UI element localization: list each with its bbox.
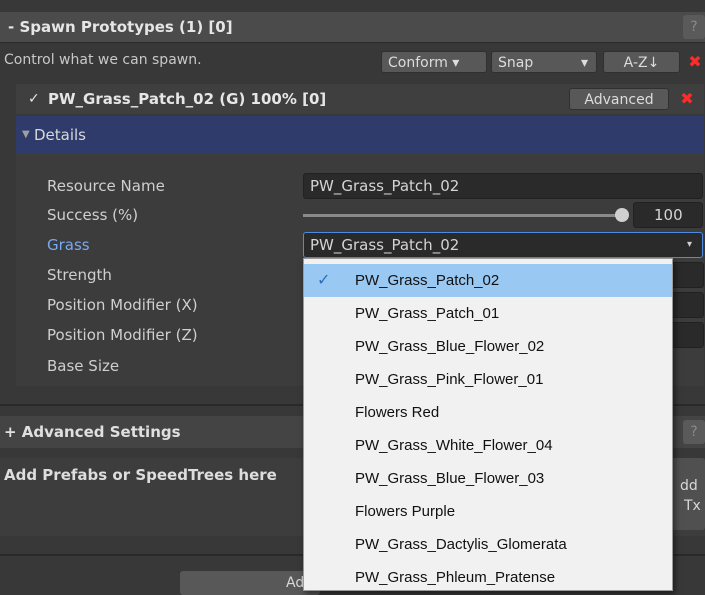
prototype-checkbox[interactable]: ✓	[28, 92, 42, 106]
add-button[interactable]: Ad	[180, 571, 320, 595]
dropdown-option-label: PW_Grass_Dactylis_Glomerata	[355, 536, 567, 553]
checkmark-icon: ✓	[317, 272, 331, 289]
dropdown-option[interactable]: PW_Grass_White_Flower_04	[304, 429, 672, 462]
success-label: Success (%)	[47, 206, 139, 224]
dropdown-option-label: PW_Grass_White_Flower_04	[355, 437, 553, 454]
remove-prototype-icon[interactable]: ✖	[678, 88, 696, 110]
chevron-down-icon: ▾	[686, 239, 692, 250]
dropdown-option-label: PW_Grass_Blue_Flower_03	[355, 470, 545, 487]
success-value-input[interactable]: 100	[633, 202, 703, 228]
success-slider-track[interactable]	[303, 214, 621, 217]
resource-name-input[interactable]: PW_Grass_Patch_02	[303, 173, 703, 199]
position-z-input[interactable]	[670, 322, 704, 348]
chevron-down-icon: ▾	[580, 55, 588, 71]
dropdown-option-label: PW_Grass_Patch_02	[355, 272, 500, 289]
dropdown-option-label: PW_Grass_Patch_01	[355, 305, 500, 322]
strength-input[interactable]	[670, 262, 704, 288]
grass-label: Grass	[47, 236, 90, 254]
conform-dropdown[interactable]: Conform ▾	[381, 51, 487, 73]
advanced-button[interactable]: Advanced	[569, 88, 669, 110]
add-side-label-bottom: Tx	[684, 498, 701, 514]
dropdown-option-label: Flowers Purple	[355, 503, 456, 520]
prototype-title[interactable]: PW_Grass_Patch_02 (G) 100% [0]	[48, 84, 326, 114]
strength-label: Strength	[47, 266, 112, 284]
dropdown-option[interactable]: Flowers Red	[304, 396, 672, 429]
dropdown-option[interactable]: ✓ PW_Grass_Patch_02	[304, 264, 672, 297]
snap-dropdown[interactable]: Snap ▾	[491, 51, 597, 73]
grass-dropdown[interactable]: PW_Grass_Patch_02 ▾	[303, 232, 703, 258]
dropdown-option-label: PW_Grass_Pink_Flower_01	[355, 371, 544, 388]
add-side-label-top: dd	[680, 478, 698, 494]
grass-dropdown-popup[interactable]: ✓ PW_Grass_Patch_02 PW_Grass_Patch_01 PW_Gr…	[303, 258, 673, 591]
dropdown-option[interactable]: PW_Grass_Patch_01	[304, 297, 672, 330]
dropdown-option[interactable]: PW_Grass_Dactylis_Glomerata	[304, 528, 672, 561]
resource-name-label: Resource Name	[47, 177, 165, 195]
snap-label: Snap	[498, 55, 534, 71]
spawn-prototypes-header[interactable]: - Spawn Prototypes (1) [0] ?	[0, 12, 705, 43]
help-icon[interactable]: ?	[683, 15, 705, 39]
section-title[interactable]: - Spawn Prototypes (1) [0]	[8, 12, 233, 42]
dropdown-option[interactable]: PW_Grass_Phleum_Pratense	[304, 561, 672, 594]
dropdown-option-label: PW_Grass_Blue_Flower_02	[355, 338, 545, 355]
position-z-label: Position Modifier (Z)	[47, 326, 198, 344]
add-side-button[interactable]: dd Tx	[670, 458, 705, 530]
remove-icon[interactable]: ✖	[686, 51, 704, 73]
details-label[interactable]: Details	[34, 116, 86, 154]
prefab-drop-text: Add Prefabs or SpeedTrees here	[4, 466, 277, 484]
dropdown-option-label: PW_Grass_Phleum_Pratense	[355, 569, 556, 586]
section-description: Control what we can spawn.	[4, 52, 202, 68]
dropdown-option[interactable]: PW_Grass_Blue_Flower_02	[304, 330, 672, 363]
help-icon[interactable]: ?	[683, 420, 705, 444]
base-size-label: Base Size	[47, 357, 120, 375]
dropdown-option[interactable]: PW_Grass_Pink_Flower_01	[304, 363, 672, 396]
dropdown-option[interactable]: PW_Grass_Blue_Flower_03	[304, 462, 672, 495]
advanced-settings-title[interactable]: + Advanced Settings	[4, 416, 181, 448]
dropdown-option[interactable]: Flowers Purple	[304, 495, 672, 528]
success-slider-knob[interactable]	[615, 208, 629, 222]
foldout-arrow-icon[interactable]: ▼	[22, 116, 30, 154]
details-foldout[interactable]	[16, 116, 704, 154]
grass-selected-value: PW_Grass_Patch_02	[310, 236, 460, 254]
position-x-input[interactable]	[670, 292, 704, 318]
dropdown-option-label: Flowers Red	[355, 404, 440, 421]
sort-az-button[interactable]: A-Z↓	[603, 51, 680, 73]
add-button-label: Ad	[286, 575, 305, 591]
position-x-label: Position Modifier (X)	[47, 296, 198, 314]
